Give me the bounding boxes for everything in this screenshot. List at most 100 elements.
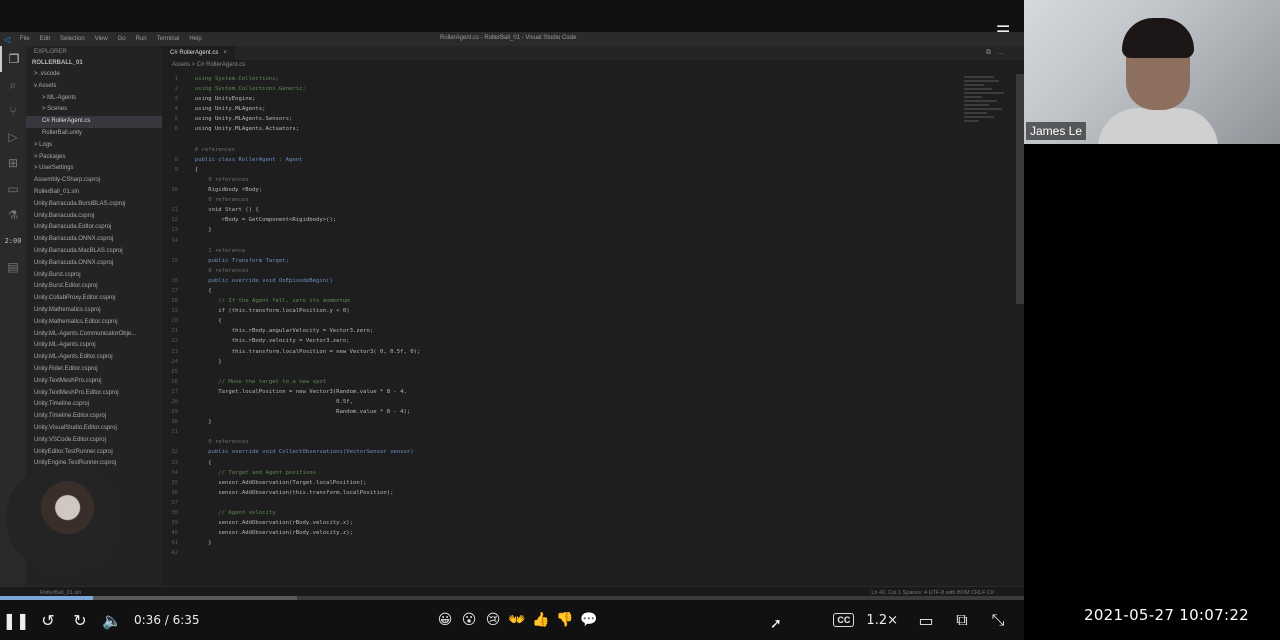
- tree-item[interactable]: Unity.ML-Agents.CommunicatorObje...: [26, 329, 162, 341]
- code-line: 4 using Unity.MLAgents;: [162, 104, 952, 114]
- tree-item[interactable]: Unity.Barracuda.ONNX.csproj: [26, 258, 162, 270]
- tree-item[interactable]: Unity.Barracuda.MacBLAS.csproj: [26, 246, 162, 258]
- code-line: 18 // If the Agent fell, zero its moment…: [162, 296, 952, 306]
- reaction-button[interactable]: 😮: [458, 604, 480, 636]
- line-number: 14: [171, 237, 178, 244]
- reaction-button[interactable]: 👍: [530, 604, 552, 636]
- code-text: }: [188, 540, 212, 547]
- tree-item[interactable]: v Assets: [26, 81, 162, 93]
- menu-item-terminal[interactable]: Terminal: [157, 36, 180, 42]
- tree-item[interactable]: Unity.Rider.Editor.csproj: [26, 364, 162, 376]
- code-text: }: [188, 227, 212, 234]
- tree-item[interactable]: Assembly-CSharp.csproj: [26, 175, 162, 187]
- tree-item[interactable]: > ML-Agents: [26, 93, 162, 105]
- code-line: 1 using System.Collections;: [162, 74, 952, 84]
- code-line: 0 references: [162, 195, 952, 205]
- search-icon[interactable]: ⌕: [0, 72, 26, 98]
- tree-item[interactable]: Unity.Barracuda.BurstBLAS.csproj: [26, 199, 162, 211]
- code-line: 23 this.transform.localPosition = new Ve…: [162, 347, 952, 357]
- status-position[interactable]: Ln 42, Col 1 Spaces: 4 UTF-8 with BOM CR…: [871, 590, 994, 596]
- menu-item-edit[interactable]: Edit: [40, 36, 50, 42]
- tree-item[interactable]: Unity.Timeline.csproj: [26, 399, 162, 411]
- tree-item[interactable]: Unity.Barracuda.csproj: [26, 211, 162, 223]
- files-icon[interactable]: ❐: [0, 46, 26, 72]
- status-solution[interactable]: RollerBall_01.sln: [40, 590, 81, 596]
- project-title[interactable]: ROLLERBALL_01: [26, 58, 162, 69]
- tree-item[interactable]: Unity.Timeline.Editor.csproj: [26, 411, 162, 423]
- tab-rolleragent[interactable]: C# RollerAgent.cs ×: [162, 46, 235, 60]
- reaction-button[interactable]: 😢: [482, 604, 504, 636]
- breadcrumb[interactable]: Assets > C# RollerAgent.cs: [162, 60, 1024, 70]
- fullscreen-exit-icon[interactable]: ⤡: [982, 604, 1014, 636]
- rewind-icon[interactable]: ↺: [32, 604, 64, 636]
- menu-item-run[interactable]: Run: [136, 36, 147, 42]
- code-line: 40 sensor.AddObservation(rBody.velocity.…: [162, 528, 952, 538]
- testing-icon[interactable]: ⚗: [0, 202, 26, 228]
- tree-item[interactable]: Unity.Barracuda.Editor.csproj: [26, 222, 162, 234]
- tree-item[interactable]: Unity.Burst.Editor.csproj: [26, 281, 162, 293]
- line-number: 2: [174, 86, 178, 93]
- code-line: 0 references: [162, 437, 952, 447]
- tree-item[interactable]: Unity.VSCode.Editor.csproj: [26, 435, 162, 447]
- tree-item[interactable]: Unity.Burst.csproj: [26, 270, 162, 282]
- tree-item[interactable]: Unity.ML-Agents.Editor.csproj: [26, 352, 162, 364]
- tree-item[interactable]: RollerBall_01.sln: [26, 187, 162, 199]
- tree-item[interactable]: > .vscode: [26, 69, 162, 81]
- extensions-icon[interactable]: ⊞: [0, 150, 26, 176]
- code-view[interactable]: 1 using System.Collections; 2 using Syste…: [162, 74, 952, 584]
- tree-item[interactable]: Unity.CollabProxy.Editor.csproj: [26, 293, 162, 305]
- volume-icon[interactable]: 🔈: [96, 604, 128, 636]
- remote-icon[interactable]: ▭: [0, 176, 26, 202]
- editor-scrollbar[interactable]: [1016, 74, 1024, 304]
- more-icon[interactable]: …: [997, 49, 1004, 57]
- line-number: 11: [171, 207, 178, 214]
- close-icon[interactable]: ×: [223, 50, 227, 56]
- tree-item[interactable]: > Scenes: [26, 104, 162, 116]
- theater-mode-icon[interactable]: ▭: [910, 604, 942, 636]
- forward-icon[interactable]: ↻: [64, 604, 96, 636]
- notes-icon[interactable]: ▤: [0, 254, 26, 280]
- pause-icon[interactable]: ❚❚: [0, 604, 32, 636]
- video-player[interactable]: ☰ ◁ FileEditSelectionViewGoRunTerminalHe…: [0, 0, 1024, 640]
- tree-item[interactable]: C# RollerAgent.cs: [26, 116, 162, 128]
- reaction-button[interactable]: 👎: [554, 604, 576, 636]
- menu-item-selection[interactable]: Selection: [60, 36, 85, 42]
- code-line: 0 references: [162, 145, 952, 155]
- tree-item[interactable]: UnityEditor.TestRunner.csproj: [26, 447, 162, 459]
- tree-item[interactable]: Unity.Mathematics.csproj: [26, 305, 162, 317]
- tree-item[interactable]: Unity.ML-Agents.csproj: [26, 340, 162, 352]
- tree-item[interactable]: > Packages: [26, 152, 162, 164]
- split-editor-icon[interactable]: ⧉: [986, 49, 991, 57]
- reaction-button[interactable]: 💬: [578, 604, 600, 636]
- tree-item[interactable]: > UserSettings: [26, 163, 162, 175]
- reaction-button[interactable]: 😀: [434, 604, 456, 636]
- run-debug-icon[interactable]: ▷: [0, 124, 26, 150]
- menu-item-go[interactable]: Go: [118, 36, 126, 42]
- line-number: [162, 195, 188, 205]
- speed-button[interactable]: 1.2×: [866, 613, 898, 628]
- menu-item-file[interactable]: File: [20, 36, 30, 42]
- tree-item[interactable]: RollerBall.unity: [26, 128, 162, 140]
- tree-item[interactable]: Unity.VisualStudio.Editor.csproj: [26, 423, 162, 435]
- minimap[interactable]: [964, 74, 1014, 164]
- source-control-icon[interactable]: ⑂: [0, 98, 26, 124]
- code-text: if (this.transform.localPosition.y < 0): [188, 308, 350, 315]
- menu-item-help[interactable]: Help: [189, 36, 201, 42]
- reaction-button[interactable]: 👐: [506, 604, 528, 636]
- time-display: 0:36 / 6:35: [134, 613, 200, 627]
- tree-item[interactable]: Unity.TextMeshPro.Editor.csproj: [26, 388, 162, 400]
- tree-item[interactable]: Unity.Barracuda.ONNX.csproj: [26, 234, 162, 246]
- line-number: 33: [171, 459, 178, 466]
- menu-item-view[interactable]: View: [95, 36, 108, 42]
- code-line: 21 this.rBody.angularVelocity = Vector3.…: [162, 326, 952, 336]
- tree-item[interactable]: Unity.TextMeshPro.csproj: [26, 376, 162, 388]
- tree-item[interactable]: Unity.Mathematics.Editor.csproj: [26, 317, 162, 329]
- line-number: 18: [171, 298, 178, 305]
- code-text: using System.Collections.Generic;: [188, 86, 306, 93]
- code-text: void Start () {: [188, 207, 259, 214]
- vscode-logo-icon: ◁: [3, 34, 11, 44]
- picture-in-picture-icon[interactable]: ⧉: [946, 604, 978, 636]
- tree-item[interactable]: > Logs: [26, 140, 162, 152]
- captions-button[interactable]: CC: [833, 613, 855, 627]
- vscode-window: ◁ File Edit Selection View Go Run Terminal Help…: [0, 32, 1024, 598]
